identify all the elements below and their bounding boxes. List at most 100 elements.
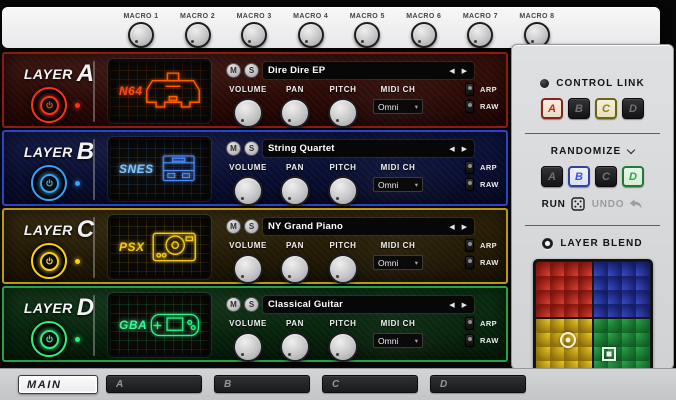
layer-d-volume-knob[interactable] (233, 332, 263, 362)
preset-prev-icon[interactable]: ◀ (447, 67, 456, 75)
layer-b-mute-button[interactable]: M (226, 141, 241, 156)
layer-strip-d: LAYERD GBA M S Classical Guitar ◀ ▶ VOL (2, 286, 508, 362)
control-link-a-button[interactable]: A (541, 98, 563, 119)
power-icon (40, 252, 59, 271)
layer-b-pan-knob[interactable] (280, 176, 310, 206)
blend-quadrant-yellow[interactable] (536, 319, 592, 375)
midi-ch-label: MIDI CH (381, 163, 416, 172)
midi-channel-control: MIDI CH Omni ▾ (367, 85, 429, 114)
control-link-b-button[interactable]: B (568, 98, 590, 119)
layer-a-volume-knob[interactable] (233, 98, 263, 128)
layer-d-preset-selector[interactable]: Classical Guitar ◀ ▶ (263, 296, 474, 313)
layer-b-raw-toggle[interactable] (465, 178, 474, 191)
layer-c-midi-channel-select[interactable]: Omni ▾ (373, 255, 423, 270)
preset-next-icon[interactable]: ▶ (460, 145, 469, 153)
macro-4: MACRO 4 (286, 10, 336, 48)
preset-next-icon[interactable]: ▶ (460, 301, 469, 309)
control-link-d-button[interactable]: D (622, 98, 644, 119)
power-icon (40, 96, 59, 115)
layer-c-raw-toggle[interactable] (465, 256, 474, 269)
layer-d-midi-channel-select[interactable]: Omni ▾ (373, 333, 423, 348)
preset-next-icon[interactable]: ▶ (460, 67, 469, 75)
randomize-c-button[interactable]: C (595, 166, 617, 187)
macro-2-knob[interactable] (185, 22, 211, 48)
preset-prev-icon[interactable]: ◀ (447, 145, 456, 153)
layer-d-power-button[interactable] (31, 321, 67, 357)
preset-next-icon[interactable]: ▶ (460, 223, 469, 231)
layer-c-solo-button[interactable]: S (244, 219, 259, 234)
undo-arrow-icon (629, 199, 643, 210)
chevron-down-icon[interactable] (627, 145, 635, 153)
layer-c-arp-toggle[interactable] (465, 239, 474, 252)
run-button[interactable]: RUN (542, 197, 585, 211)
preset-prev-icon[interactable]: ◀ (447, 223, 456, 231)
layer-a-pan-knob[interactable] (280, 98, 310, 128)
macro-7-knob[interactable] (467, 22, 493, 48)
tab-d[interactable]: D (430, 375, 526, 393)
layer-a-preset-selector[interactable]: Dire Dire EP ◀ ▶ (263, 62, 474, 79)
layer-blend-pad[interactable] (533, 259, 653, 377)
layer-c-power-button[interactable] (31, 243, 67, 279)
preset-prev-icon[interactable]: ◀ (447, 301, 456, 309)
layer-a-raw-toggle[interactable] (465, 100, 474, 113)
control-link-c-button[interactable]: C (595, 98, 617, 119)
tab-main[interactable]: MAIN (18, 375, 98, 394)
layer-b-midi-channel-select[interactable]: Omni ▾ (373, 177, 423, 192)
power-icon (40, 330, 59, 349)
layer-a-console-screen[interactable]: N64 (108, 59, 211, 123)
midi-ch-label: MIDI CH (381, 319, 416, 328)
macro-knob-row: MACRO 1 MACRO 2 MACRO 3 MACRO 4 MACRO 5 … (116, 10, 562, 48)
undo-button[interactable]: UNDO (592, 199, 644, 210)
tab-b[interactable]: B (214, 375, 310, 393)
layer-a-pitch-knob[interactable] (328, 98, 358, 128)
macro-4-label: MACRO 4 (293, 13, 328, 20)
blend-quadrant-red[interactable] (536, 262, 592, 317)
layer-d-pitch-knob[interactable] (328, 332, 358, 362)
layer-b-arp-toggle[interactable] (465, 161, 474, 174)
layer-a-solo-button[interactable]: S (244, 63, 259, 78)
tab-a[interactable]: A (106, 375, 202, 393)
pitch-control: PITCH (319, 319, 367, 362)
layer-a-power-button[interactable] (31, 87, 67, 123)
macro-6-knob[interactable] (411, 22, 437, 48)
layer-b-preset-selector[interactable]: String Quartet ◀ ▶ (263, 140, 474, 157)
macro-1: MACRO 1 (116, 10, 166, 48)
blend-marker-square[interactable] (602, 347, 616, 361)
layer-a-arp-toggle[interactable] (465, 83, 474, 96)
randomize-b-button[interactable]: B (568, 166, 590, 187)
layer-c-mute-button[interactable]: M (226, 219, 241, 234)
layer-a-mute-button[interactable]: M (226, 63, 241, 78)
layer-c-pan-knob[interactable] (280, 254, 310, 284)
arp-row: ARP (465, 83, 499, 96)
layer-d-pan-knob[interactable] (280, 332, 310, 362)
layer-c-pitch-knob[interactable] (328, 254, 358, 284)
blend-marker-circle[interactable] (560, 332, 576, 348)
layer-d-raw-toggle[interactable] (465, 334, 474, 347)
layer-d-solo-button[interactable]: S (244, 297, 259, 312)
randomize-header[interactable]: RANDOMIZE (512, 146, 673, 157)
arp-label: ARP (480, 85, 497, 94)
layer-d-arp-toggle[interactable] (465, 317, 474, 330)
layer-c-preset-selector[interactable]: NY Grand Piano ◀ ▶ (263, 218, 474, 235)
layer-b-solo-button[interactable]: S (244, 141, 259, 156)
layer-b-volume-knob[interactable] (233, 176, 263, 206)
pitch-control: PITCH (319, 85, 367, 128)
layer-d-mute-button[interactable]: M (226, 297, 241, 312)
macro-3-knob[interactable] (241, 22, 267, 48)
layer-b-pitch-knob[interactable] (328, 176, 358, 206)
layer-letter: D (77, 294, 94, 321)
randomize-d-button[interactable]: D (622, 166, 644, 187)
tab-c[interactable]: C (322, 375, 418, 393)
layer-c-volume-knob[interactable] (233, 254, 263, 284)
macro-4-knob[interactable] (298, 22, 324, 48)
layer-b-console-screen[interactable]: SNES (108, 137, 211, 201)
randomize-a-button[interactable]: A (541, 166, 563, 187)
layer-c-console-screen[interactable]: PSX (108, 215, 211, 279)
macro-1-knob[interactable] (128, 22, 154, 48)
macro-5-knob[interactable] (354, 22, 380, 48)
console-name-label: PSX (119, 240, 145, 254)
layer-b-power-button[interactable] (31, 165, 67, 201)
blend-quadrant-blue[interactable] (594, 262, 650, 317)
layer-a-midi-channel-select[interactable]: Omni ▾ (373, 99, 423, 114)
layer-d-console-screen[interactable]: GBA (108, 293, 211, 357)
